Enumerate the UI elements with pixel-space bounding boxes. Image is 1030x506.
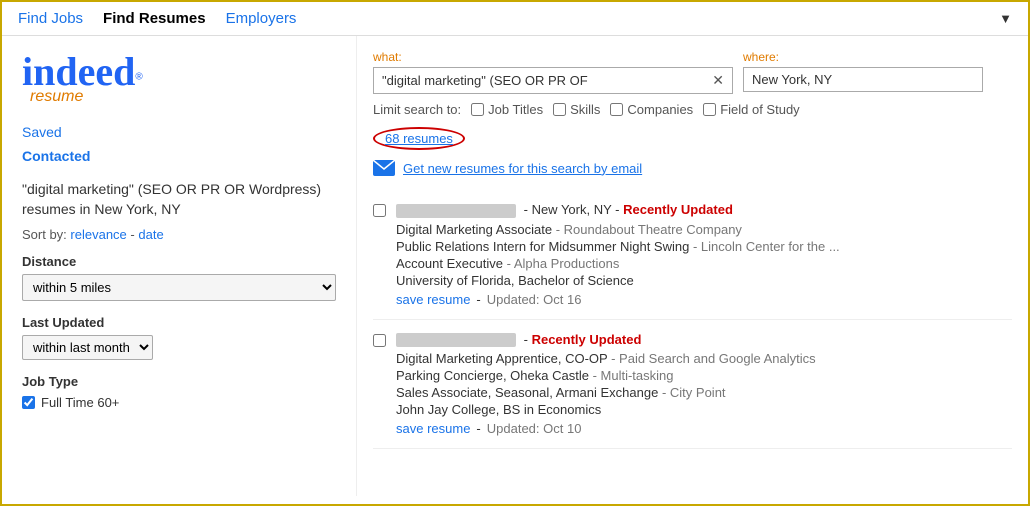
updated-text-2: Updated: Oct 10	[487, 421, 582, 436]
resume-line-2c: Sales Associate, Seasonal, Armani Exchan…	[396, 385, 1012, 400]
nav-find-resumes[interactable]: Find Resumes	[103, 10, 206, 27]
top-navigation: Find Jobs Find Resumes Employers ▼	[2, 2, 1028, 36]
skills-checkbox[interactable]	[553, 103, 566, 116]
resume-title-2c: Sales Associate, Seasonal, Armani Exchan…	[396, 385, 658, 400]
resume-title-2b: Parking Concierge, Oheka Castle	[396, 368, 589, 383]
email-icon	[373, 160, 395, 176]
resume-company-2b: Multi-tasking	[601, 368, 674, 383]
resume-name-blur-1	[396, 204, 516, 218]
result-count-wrap: 68 resumes	[373, 127, 1012, 150]
sort-label: Sort by:	[22, 227, 67, 242]
main-content: what: "digital marketing" (SEO OR PR OF …	[357, 36, 1028, 496]
search-description: "digital marketing" (SEO OR PR OR Wordpr…	[22, 180, 336, 219]
where-label: where:	[743, 50, 983, 64]
job-type-label: Job Type	[22, 374, 336, 389]
resume-name-row-1: - New York, NY - Recently Updated	[396, 202, 1012, 218]
where-input-text: New York, NY	[752, 72, 974, 87]
distance-filter: Distance within 5 miles	[22, 254, 336, 301]
distance-select[interactable]: within 5 miles	[22, 274, 336, 301]
field-of-study-label[interactable]: Field of Study	[703, 102, 800, 117]
nav-employers[interactable]: Employers	[226, 10, 297, 27]
email-alert-link[interactable]: Get new resumes for this search by email	[373, 160, 1012, 176]
resume-company-1c: Alpha Productions	[514, 256, 620, 271]
sort-date-link[interactable]: date	[138, 227, 163, 242]
full-time-label: Full Time 60+	[41, 395, 119, 410]
resume-item: - New York, NY - Recently Updated Digita…	[373, 190, 1012, 320]
field-of-study-checkbox[interactable]	[703, 103, 716, 116]
resume-list: - New York, NY - Recently Updated Digita…	[373, 190, 1012, 449]
email-alert-text: Get new resumes for this search by email	[403, 161, 642, 176]
sort-relevance-link[interactable]: relevance	[70, 227, 126, 242]
resume-actions-1: save resume - Updated: Oct 16	[396, 292, 1012, 307]
last-updated-row: within last month	[22, 335, 336, 360]
resume-line-2a: Digital Marketing Apprentice, CO-OP - Pa…	[396, 351, 1012, 366]
result-count[interactable]: 68 resumes	[373, 127, 465, 150]
resume-name-row-2: - Recently Updated	[396, 332, 1012, 348]
resume-actions-2: save resume - Updated: Oct 10	[396, 421, 1012, 436]
skills-label[interactable]: Skills	[553, 102, 600, 117]
where-group: where: New York, NY	[743, 50, 983, 92]
save-resume-link-1[interactable]: save resume	[396, 292, 470, 307]
sidebar-contacted-link[interactable]: Contacted	[22, 148, 336, 164]
full-time-checkbox[interactable]	[22, 396, 35, 409]
sidebar: indeed® resume Saved Contacted "digital …	[2, 36, 357, 496]
resume-title-1a: Digital Marketing Associate	[396, 222, 552, 237]
what-input-wrap[interactable]: "digital marketing" (SEO OR PR OF ✕	[373, 67, 733, 94]
resume-item-2: - Recently Updated Digital Marketing App…	[373, 320, 1012, 450]
last-updated-filter: Last Updated within last month	[22, 315, 336, 360]
logo: indeed® resume	[22, 52, 336, 106]
job-titles-checkbox[interactable]	[471, 103, 484, 116]
job-titles-label[interactable]: Job Titles	[471, 102, 543, 117]
where-input-wrap[interactable]: New York, NY	[743, 67, 983, 92]
resume-company-2c: City Point	[670, 385, 726, 400]
logo-resume-text: resume	[30, 88, 336, 106]
logo-indeed: indeed®	[22, 52, 336, 92]
what-label: what:	[373, 50, 733, 64]
distance-label: Distance	[22, 254, 336, 269]
resume-title-1c: Account Executive	[396, 256, 503, 271]
resume-line-1a: Digital Marketing Associate - Roundabout…	[396, 222, 1012, 237]
resume-line-1c: Account Executive - Alpha Productions	[396, 256, 1012, 271]
limit-label: Limit search to:	[373, 102, 461, 117]
resume-content-1: - New York, NY - Recently Updated Digita…	[396, 202, 1012, 307]
resume-content-2: - Recently Updated Digital Marketing App…	[396, 332, 1012, 437]
search-controls: what: "digital marketing" (SEO OR PR OF …	[373, 50, 1012, 117]
resume-title-2a: Digital Marketing Apprentice, CO-OP	[396, 351, 607, 366]
full-time-row: Full Time 60+	[22, 395, 336, 410]
sidebar-saved-link[interactable]: Saved	[22, 124, 336, 140]
resume-company-1b: Lincoln Center for the ...	[701, 239, 840, 254]
resume-checkbox-2[interactable]	[373, 334, 386, 347]
nav-find-jobs[interactable]: Find Jobs	[18, 10, 83, 27]
recently-updated-badge-2: Recently Updated	[532, 332, 642, 347]
resume-checkbox-1[interactable]	[373, 204, 386, 217]
resume-location-1: - New York, NY -	[524, 202, 623, 217]
logo-trademark: ®	[135, 72, 142, 83]
updated-text-1: Updated: Oct 16	[487, 292, 582, 307]
resume-line-1d: University of Florida, Bachelor of Scien…	[396, 273, 1012, 288]
companies-label[interactable]: Companies	[610, 102, 693, 117]
nav-menu-dot: ▼	[999, 11, 1012, 26]
recently-updated-badge-1: Recently Updated	[623, 202, 733, 217]
companies-checkbox[interactable]	[610, 103, 623, 116]
resume-name-blur-2	[396, 333, 516, 347]
job-type-filter: Job Type Full Time 60+	[22, 374, 336, 410]
main-layout: indeed® resume Saved Contacted "digital …	[2, 36, 1028, 496]
what-input-text: "digital marketing" (SEO OR PR OF	[382, 73, 706, 88]
last-updated-select[interactable]: within last month	[22, 335, 153, 360]
resume-line-2b: Parking Concierge, Oheka Castle - Multi-…	[396, 368, 1012, 383]
what-group: what: "digital marketing" (SEO OR PR OF …	[373, 50, 733, 94]
resume-line-2d: John Jay College, BS in Economics	[396, 402, 1012, 417]
last-updated-label: Last Updated	[22, 315, 336, 330]
resume-company-1a: Roundabout Theatre Company	[564, 222, 742, 237]
sort-row: Sort by: relevance - date	[22, 227, 336, 242]
resume-title-1b: Public Relations Intern for Midsummer Ni…	[396, 239, 689, 254]
limit-row: Limit search to: Job Titles Skills Compa…	[373, 102, 1012, 117]
clear-what-button[interactable]: ✕	[712, 72, 724, 89]
save-resume-link-2[interactable]: save resume	[396, 421, 470, 436]
resume-company-2a: Paid Search and Google Analytics	[619, 351, 816, 366]
resume-line-1b: Public Relations Intern for Midsummer Ni…	[396, 239, 1012, 254]
search-row: what: "digital marketing" (SEO OR PR OF …	[373, 50, 1012, 94]
